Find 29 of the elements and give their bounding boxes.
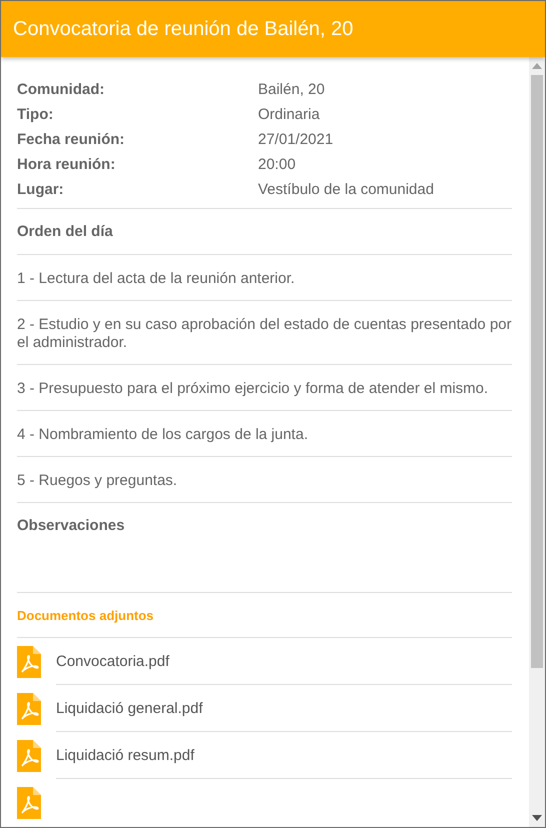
scrollbar[interactable] xyxy=(529,57,545,827)
agenda-item: 4 - Nombramiento de los cargos de la junta. xyxy=(17,411,512,457)
scroll-down-icon[interactable] xyxy=(532,815,542,821)
window-title: Convocatoria de reunión de Bailén, 20 xyxy=(13,18,354,40)
field-value: Bailén, 20 xyxy=(258,81,326,98)
agenda-item: 3 - Presupuesto para el próximo ejercicio y forma de atender el mismo. xyxy=(17,365,512,411)
field-label: Tipo: xyxy=(17,106,54,123)
pdf-file-icon xyxy=(17,692,41,724)
section-heading: Orden del día xyxy=(17,209,512,255)
file-link[interactable]: Liquidació general.pdf xyxy=(56,685,512,732)
field-value: Vestíbulo de la comunidad xyxy=(258,181,435,198)
attachments-heading: Documentos adjuntos xyxy=(17,593,512,638)
field-value: Ordinaria xyxy=(258,106,321,123)
agenda-item: 1 - Lectura del acta de la reunión anterior. xyxy=(17,255,512,301)
field-label: Comunidad: xyxy=(17,81,106,98)
file-link[interactable]: Liquidació resum.pdf xyxy=(56,732,512,779)
field-label: Lugar: xyxy=(17,181,65,198)
field-label: Hora reunión: xyxy=(17,156,116,173)
field-value: 27/01/2021 xyxy=(258,131,334,148)
scroll-up-icon[interactable] xyxy=(532,63,542,69)
pdf-file-icon xyxy=(17,786,41,818)
pdf-file-icon xyxy=(17,740,41,772)
section-heading: Observaciones xyxy=(17,503,512,593)
agenda-item: 5 - Ruegos y preguntas. xyxy=(17,457,512,503)
agenda-item: 2 - Estudio y en su caso aprobación del estado de cuentas presentado por el administrador. xyxy=(17,301,512,365)
file-link[interactable]: Convocatoria.pdf xyxy=(56,638,512,685)
field-value: 20:00 xyxy=(258,156,297,173)
pdf-file-icon xyxy=(17,646,41,678)
field-label: Fecha reunión: xyxy=(17,131,126,148)
